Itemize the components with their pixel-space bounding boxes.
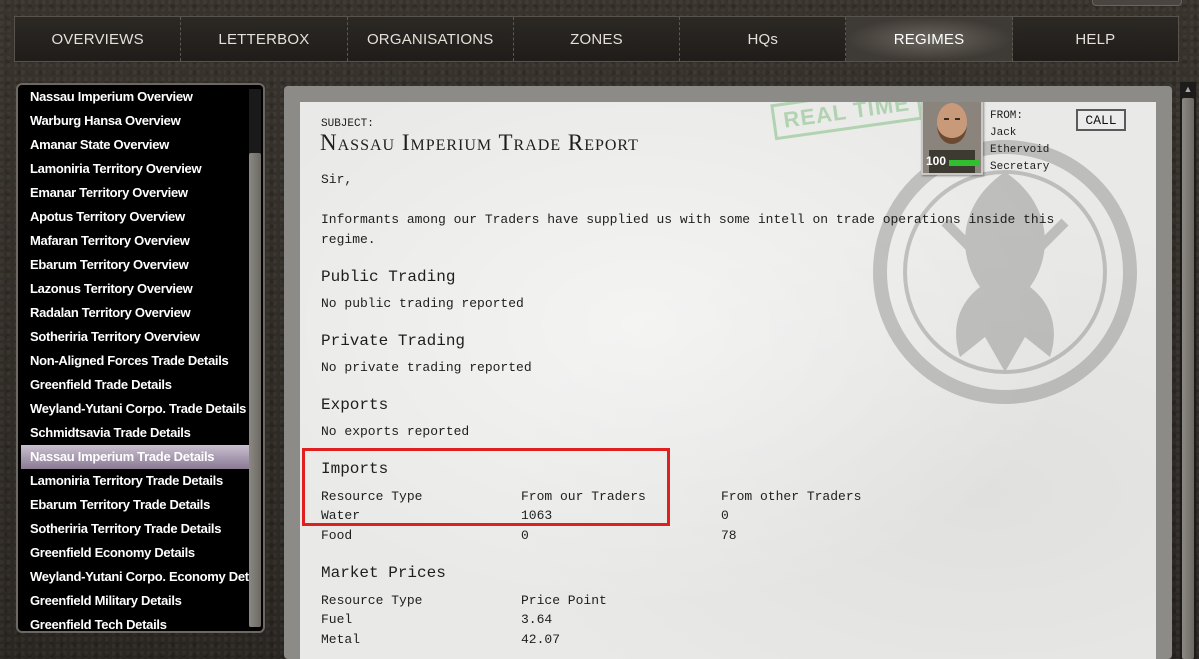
sidebar-item[interactable]: Sotheriria Territory Trade Details [21,517,250,541]
imports-row-our: 0 [521,528,529,543]
sidebar-item[interactable]: Ebarum Territory Trade Details [21,493,250,517]
report-sidebar: Nassau Imperium Overview Warburg Hansa O… [16,83,265,633]
scroll-up-icon[interactable]: ▲ [1180,82,1196,96]
sidebar-item[interactable]: Weyland-Yutani Corpo. Trade Details [21,397,250,421]
sidebar-item[interactable]: Radalan Territory Overview [21,301,250,325]
exports-text: No exports reported [321,424,470,439]
nav-help[interactable]: HELP [1013,17,1178,61]
intro-line-2: regime. [321,232,376,247]
greeting: Sir, [321,172,353,187]
sidebar-item[interactable]: Ebarum Territory Overview [21,253,250,277]
sidebar-item[interactable]: Sotheriria Territory Overview [21,325,250,349]
intro-line-1: Informants among our Traders have suppli… [321,212,1055,227]
public-trading-heading: Public Trading [321,268,456,286]
market-row-price: 42.07 [521,632,561,647]
page-scrollbar-thumb[interactable] [1182,98,1194,659]
sidebar-item[interactable]: Greenfield Economy Details [21,541,250,565]
sidebar-item[interactable]: Greenfield Military Details [21,589,250,613]
from-role: Secretary [990,161,1050,173]
nav-zones[interactable]: ZONES [514,17,681,61]
market-col-resource: Resource Type [321,593,423,608]
sidebar-item[interactable]: Greenfield Tech Details [21,613,250,631]
from-first-name: Jack [990,127,1017,139]
from-last-name: Ethervoid [990,144,1050,156]
imports-row-other: 0 [721,508,729,523]
portrait-health: 100 [926,154,947,168]
sidebar-scrollbar-thumb[interactable] [249,153,261,627]
nav-regimes[interactable]: REGIMES [846,17,1013,61]
imports-row-our: 1063 [521,508,553,523]
imports-row-resource: Water [321,508,361,523]
sidebar-item[interactable]: Warburg Hansa Overview [21,109,250,133]
market-row-resource: Metal [321,632,361,647]
sidebar-item[interactable]: Non-Aligned Forces Trade Details [21,349,250,373]
sidebar-item[interactable]: Schmidtsavia Trade Details [21,421,250,445]
report-list: Nassau Imperium Overview Warburg Hansa O… [21,85,250,631]
imports-row-other: 78 [721,528,737,543]
market-row-price: 3.64 [521,612,553,627]
subject-label: SUBJECT: [321,118,374,130]
nav-overviews[interactable]: OVERVIEWS [15,17,182,61]
sidebar-item[interactable]: Nassau Imperium Overview [21,85,250,109]
main-nav: OVERVIEWS LETTERBOX ORGANISATIONS ZONES … [14,16,1179,62]
sidebar-item[interactable]: Weyland-Yutani Corpo. Economy Details [21,565,250,589]
health-bar [949,160,979,166]
imports-col-other-traders: From other Traders [721,489,862,504]
exports-heading: Exports [321,396,389,414]
market-row-resource: Fuel [321,612,353,627]
sidebar-item[interactable]: Apotus Territory Overview [21,205,250,229]
sidebar-item[interactable]: Lamoniria Territory Overview [21,157,250,181]
imports-col-our-traders: From our Traders [521,489,646,504]
sidebar-item[interactable]: Lamoniria Territory Trade Details [21,469,250,493]
sidebar-item[interactable]: Lazonus Territory Overview [21,277,250,301]
sidebar-item[interactable]: Mafaran Territory Overview [21,229,250,253]
sidebar-item-selected[interactable]: Nassau Imperium Trade Details [21,445,250,469]
nav-letterbox[interactable]: LETTERBOX [181,17,348,61]
private-trading-heading: Private Trading [321,332,466,350]
private-trading-text: No private trading reported [321,360,532,375]
imports-row-resource: Food [321,528,353,543]
market-prices-heading: Market Prices [321,564,446,582]
public-trading-text: No public trading reported [321,296,524,311]
nav-organisations[interactable]: ORGANISATIONS [348,17,514,61]
nav-hqs[interactable]: HQs [680,17,847,61]
sidebar-item[interactable]: Amanar State Overview [21,133,250,157]
from-label: FROM: [990,110,1024,122]
market-col-price: Price Point [521,593,607,608]
sidebar-item[interactable]: Emanar Territory Overview [21,181,250,205]
imports-col-resource: Resource Type [321,489,423,504]
imports-heading: Imports [321,460,389,478]
report-letter: REAL TIME SUBJECT: Nassau Imperium Trade… [300,102,1156,659]
from-block: FROM: Jack Ethervoid Secretary [990,108,1049,176]
secretary-portrait[interactable]: 100 [921,102,983,175]
call-button[interactable]: CALL [1076,109,1126,131]
sidebar-item[interactable]: Greenfield Trade Details [21,373,250,397]
top-tab-stub [1092,0,1182,6]
subject-title: Nassau Imperium Trade Report [320,130,639,155]
